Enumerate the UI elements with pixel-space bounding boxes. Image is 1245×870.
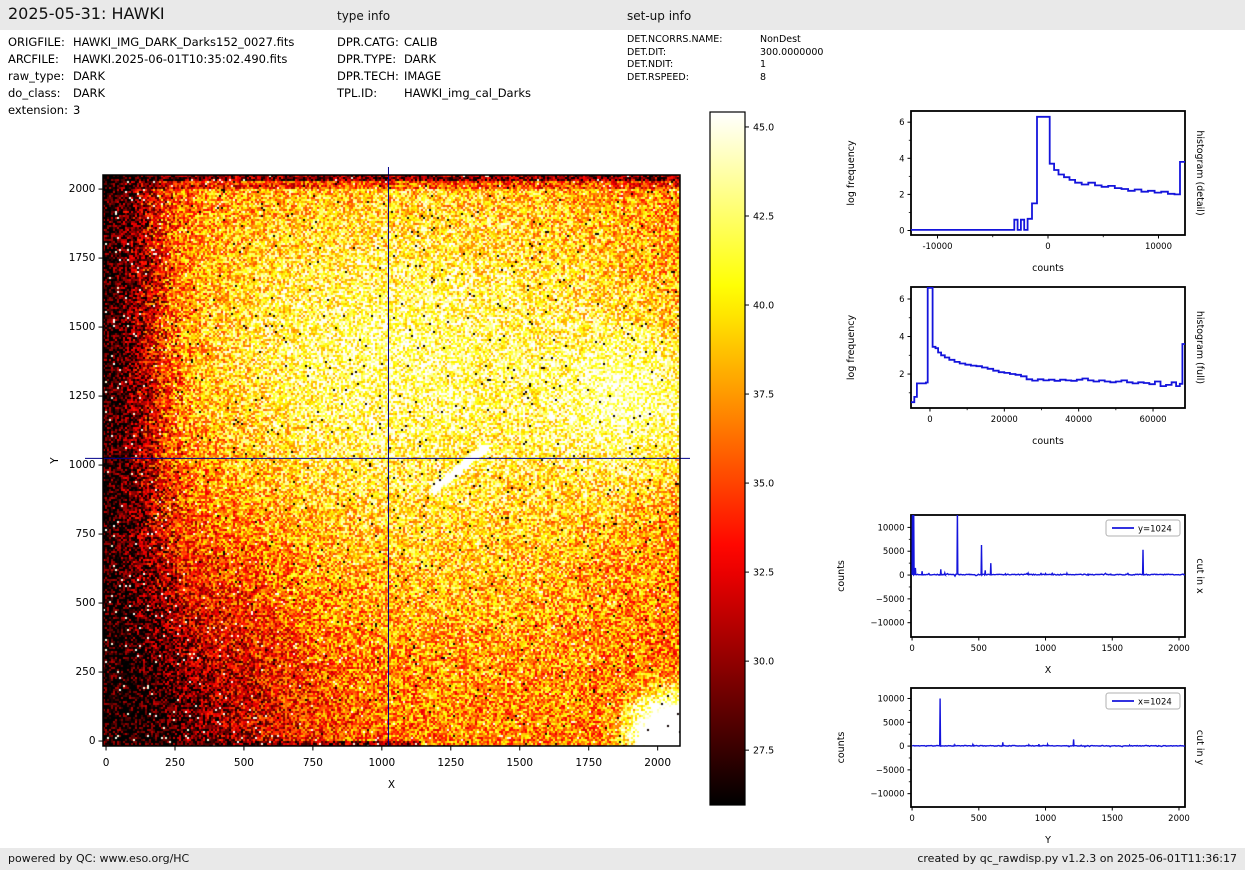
histogram-detail-frame [911,111,1185,235]
y-tick-label: 4 [899,333,904,343]
cut-in-x-ylabel: counts [836,560,847,592]
colorbar-tick-label: 32.5 [753,568,774,579]
histogram-full-frame [911,287,1185,408]
x-tick-label: 2000 [1168,814,1190,824]
y-tick-label: 5000 [883,547,905,557]
colorbar-tick-label: 42.5 [753,211,774,222]
cut-in-x-xlabel: X [1045,665,1052,676]
x-tick-label: 2000 [644,757,671,769]
footer-left-text: powered by QC: www.eso.org/HC [8,852,189,865]
footer-right-text: created by qc_rawdisp.py v1.2.3 on 2025-… [917,852,1237,865]
histogram-full-xlabel: counts [1032,436,1064,447]
plots-overlay: 0250500750100012501500175020000250500750… [0,0,1245,870]
main-image-frame [103,175,680,746]
x-tick-label: 1500 [1101,814,1123,824]
x-tick-label: 1000 [1035,814,1057,824]
cut-in-x-legend-label: y=1024 [1138,525,1172,535]
y-tick-label: −5000 [876,766,905,776]
histogram-detail-ylabel: log frequency [846,140,857,206]
y-tick-label: 0 [89,735,96,747]
x-tick-label: 1750 [575,757,602,769]
y-tick-label: 0 [899,742,904,752]
y-tick-label: 10000 [877,694,904,704]
x-tick-label: 1250 [437,757,464,769]
y-tick-label: 2 [899,190,904,200]
y-tick-label: 1000 [69,459,96,471]
y-tick-label: 10000 [877,523,904,533]
x-tick-label: 20000 [991,415,1018,425]
y-tick-label: 2000 [69,183,96,195]
y-tick-label: 750 [75,528,95,540]
histogram-full-curve [911,288,1185,402]
x-tick-label: 40000 [1065,415,1092,425]
y-tick-label: 1500 [69,321,96,333]
y-tick-label: −10000 [870,790,904,800]
x-tick-label: 1000 [1035,644,1057,654]
y-tick-label: 500 [75,597,95,609]
x-tick-label: 250 [165,757,185,769]
y-tick-label: 1250 [69,390,96,402]
histogram-full-right-label: histogram (full) [1194,311,1205,384]
x-tick-label: 500 [971,644,987,654]
colorbar-tick-label: 40.0 [753,301,774,312]
histogram-detail-curve [911,117,1185,230]
main-image-ylabel: Y [49,457,61,465]
colorbar-tick-label: 37.5 [753,390,774,401]
colorbar-frame [710,112,745,805]
x-tick-label: 500 [971,814,987,824]
main-image-xlabel: X [388,779,395,791]
cut-in-x-right-label: cut in x [1194,558,1205,594]
cut-in-y-right-label: cut in y [1194,730,1205,766]
x-tick-label: 1500 [1101,644,1123,654]
x-tick-label: 60000 [1140,415,1167,425]
y-tick-label: 6 [899,118,904,128]
x-tick-label: 2000 [1168,644,1190,654]
colorbar-tick-label: 27.5 [753,746,774,757]
x-tick-label: 0 [909,814,914,824]
histogram-detail-xlabel: counts [1032,263,1064,274]
y-tick-label: 4 [899,154,904,164]
x-tick-label: 1500 [506,757,533,769]
x-tick-label: 0 [927,415,932,425]
x-tick-label: -10000 [922,242,952,252]
y-tick-label: −5000 [876,595,905,605]
cut-in-y-xlabel: Y [1044,835,1051,846]
y-tick-label: 250 [75,666,95,678]
y-tick-label: 6 [899,295,904,305]
colorbar-tick-label: 45.0 [753,122,774,133]
x-tick-label: 0 [103,757,110,769]
cut-in-x-curve [912,508,1185,576]
x-tick-label: 500 [234,757,254,769]
x-tick-label: 10000 [1145,242,1172,252]
cut-in-y-ylabel: counts [836,732,847,764]
charts-area: 0250500750100012501500175020000250500750… [0,0,1245,870]
x-tick-label: 0 [909,644,914,654]
x-tick-label: 1000 [368,757,395,769]
y-tick-label: −10000 [870,619,904,629]
cut-in-y-legend-label: x=1024 [1138,698,1172,708]
histogram-full-ylabel: log frequency [846,315,857,381]
y-tick-label: 0 [899,226,904,236]
histogram-detail-right-label: histogram (detail) [1194,130,1205,215]
y-tick-label: 0 [899,571,904,581]
colorbar-tick-label: 35.0 [753,479,774,490]
y-tick-label: 2 [899,370,904,380]
y-tick-label: 1750 [69,252,96,264]
colorbar-tick-label: 30.0 [753,657,774,668]
x-tick-label: 0 [1045,242,1050,252]
y-tick-label: 5000 [883,718,905,728]
x-tick-label: 750 [303,757,323,769]
